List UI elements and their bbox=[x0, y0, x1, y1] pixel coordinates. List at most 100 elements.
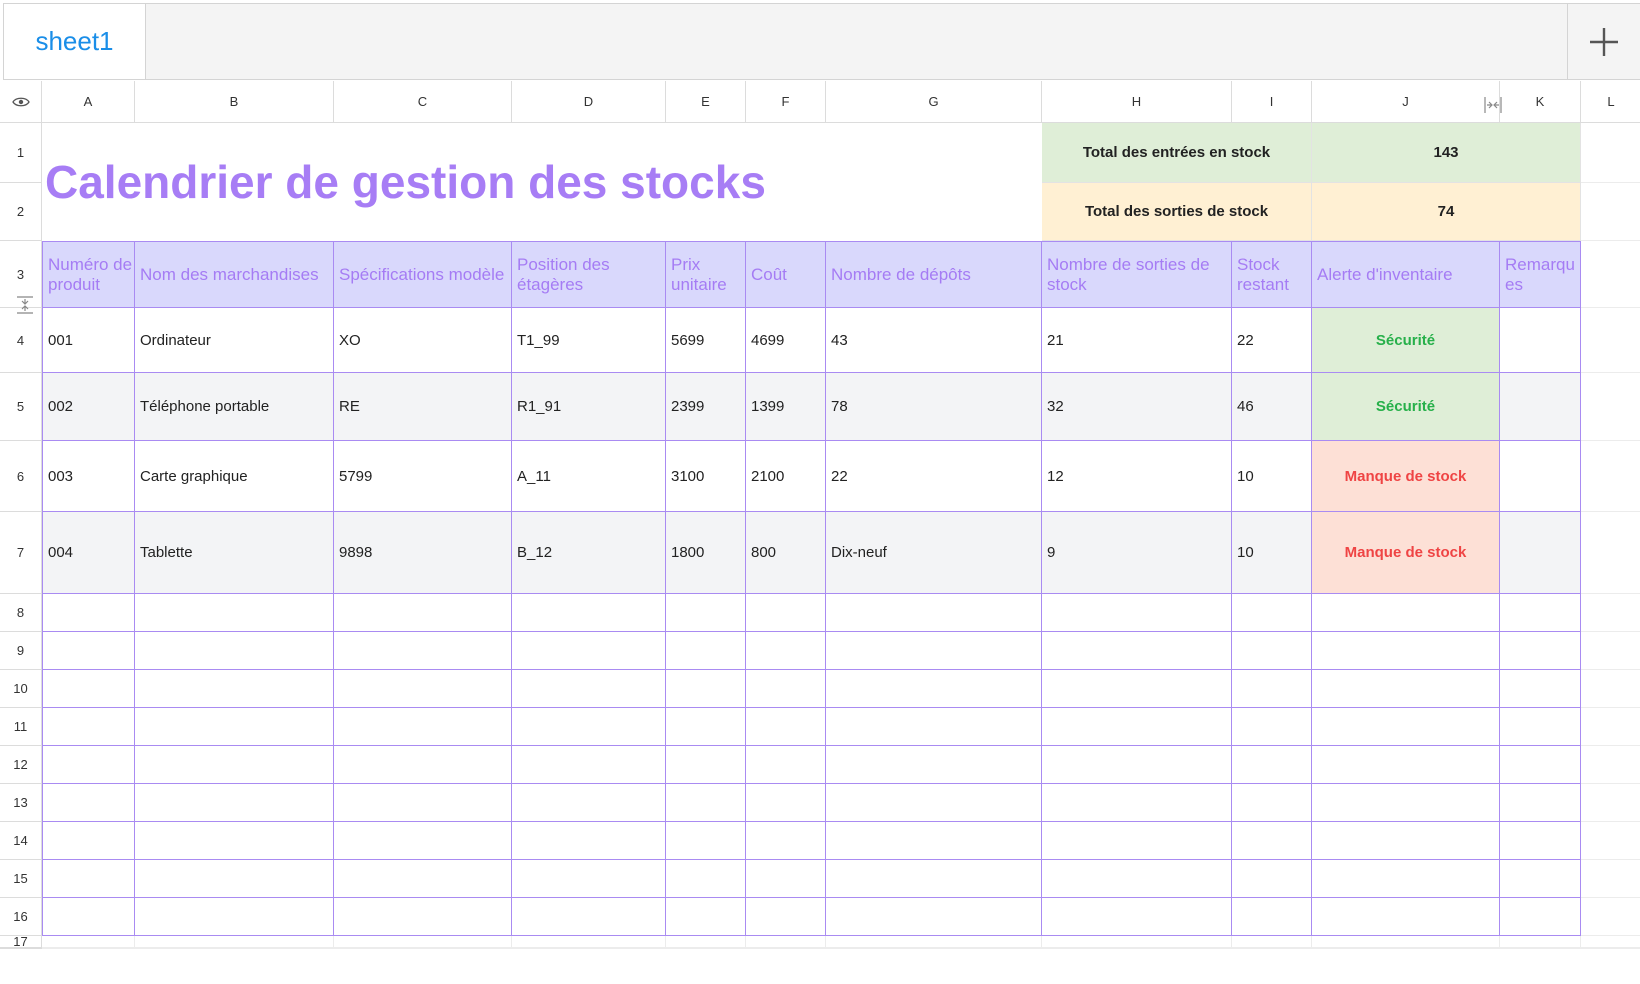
empty-cell[interactable] bbox=[746, 594, 826, 632]
header-shelf-position[interactable]: Position des étagères bbox=[512, 241, 666, 308]
empty-cell[interactable] bbox=[1500, 594, 1581, 632]
table-cell[interactable]: 10 bbox=[1232, 441, 1312, 512]
empty-cell[interactable] bbox=[135, 632, 334, 670]
empty-cell[interactable] bbox=[42, 784, 135, 822]
empty-cell[interactable] bbox=[334, 822, 512, 860]
row-header-7[interactable]: 7 bbox=[0, 512, 42, 594]
empty-cell[interactable] bbox=[1312, 708, 1500, 746]
empty-cell[interactable] bbox=[1500, 670, 1581, 708]
empty-cell[interactable] bbox=[666, 822, 746, 860]
empty-cell[interactable] bbox=[746, 898, 826, 936]
empty-cell[interactable] bbox=[1232, 860, 1312, 898]
header-cost[interactable]: Coût bbox=[746, 241, 826, 308]
empty-cell[interactable] bbox=[42, 632, 135, 670]
sheet-tab-sheet1[interactable]: sheet1 bbox=[4, 4, 146, 79]
empty-cell[interactable] bbox=[1232, 948, 1312, 949]
empty-cell[interactable] bbox=[1042, 670, 1232, 708]
empty-cell[interactable] bbox=[1581, 746, 1640, 784]
empty-cell[interactable] bbox=[1042, 948, 1232, 949]
table-cell[interactable]: 2100 bbox=[746, 441, 826, 512]
header-model-spec[interactable]: Spécifications modèle bbox=[334, 241, 512, 308]
row-header-12[interactable]: 12 bbox=[0, 746, 42, 784]
table-cell[interactable]: 3100 bbox=[666, 441, 746, 512]
empty-cell[interactable] bbox=[42, 670, 135, 708]
table-cell[interactable]: 2399 bbox=[666, 373, 746, 441]
empty-cell[interactable] bbox=[1581, 632, 1640, 670]
table-cell[interactable]: 32 bbox=[1042, 373, 1232, 441]
empty-cell[interactable] bbox=[1312, 936, 1500, 948]
row-header-11[interactable]: 11 bbox=[0, 708, 42, 746]
empty-cell[interactable] bbox=[135, 860, 334, 898]
empty-cell[interactable] bbox=[826, 594, 1042, 632]
empty-cell[interactable] bbox=[1581, 860, 1640, 898]
empty-cell[interactable] bbox=[512, 632, 666, 670]
column-header-l[interactable]: L bbox=[1581, 81, 1640, 123]
empty-cell[interactable] bbox=[512, 708, 666, 746]
row-header-4[interactable]: 4 bbox=[0, 308, 42, 373]
cell-l2[interactable] bbox=[1581, 183, 1640, 241]
table-cell[interactable]: Tablette bbox=[135, 512, 334, 594]
empty-cell[interactable] bbox=[746, 632, 826, 670]
select-all-visibility-toggle[interactable] bbox=[0, 81, 42, 123]
empty-cell[interactable] bbox=[1042, 594, 1232, 632]
empty-cell[interactable] bbox=[512, 860, 666, 898]
table-cell[interactable]: 12 bbox=[1042, 441, 1232, 512]
empty-cell[interactable] bbox=[1312, 784, 1500, 822]
empty-cell[interactable] bbox=[42, 898, 135, 936]
empty-cell[interactable] bbox=[1042, 860, 1232, 898]
page-title[interactable]: Calendrier de gestion des stocks bbox=[42, 123, 1042, 241]
empty-cell[interactable] bbox=[1232, 784, 1312, 822]
table-cell[interactable]: R1_91 bbox=[512, 373, 666, 441]
empty-cell[interactable] bbox=[826, 898, 1042, 936]
empty-cell[interactable] bbox=[1500, 708, 1581, 746]
column-resize-icon[interactable] bbox=[1483, 95, 1503, 115]
empty-cell[interactable] bbox=[746, 860, 826, 898]
empty-cell[interactable] bbox=[1232, 898, 1312, 936]
empty-cell[interactable] bbox=[334, 632, 512, 670]
total-entries-label[interactable]: Total des entrées en stock bbox=[1042, 123, 1312, 183]
column-header-f[interactable]: F bbox=[746, 81, 826, 123]
column-header-e[interactable]: E bbox=[666, 81, 746, 123]
column-header-g[interactable]: G bbox=[826, 81, 1042, 123]
empty-cell[interactable] bbox=[512, 594, 666, 632]
row-header-9[interactable]: 9 bbox=[0, 632, 42, 670]
empty-cell[interactable] bbox=[135, 898, 334, 936]
empty-cell[interactable] bbox=[1232, 936, 1312, 948]
cell-l7[interactable] bbox=[1581, 512, 1640, 594]
empty-cell[interactable] bbox=[1312, 822, 1500, 860]
table-cell[interactable]: 1399 bbox=[746, 373, 826, 441]
table-cell[interactable]: RE bbox=[334, 373, 512, 441]
empty-cell[interactable] bbox=[1500, 948, 1581, 949]
empty-cell[interactable] bbox=[826, 784, 1042, 822]
empty-cell[interactable] bbox=[1581, 708, 1640, 746]
empty-cell[interactable] bbox=[42, 708, 135, 746]
empty-cell[interactable] bbox=[1581, 822, 1640, 860]
row-header-1[interactable]: 1 bbox=[0, 123, 42, 183]
empty-cell[interactable] bbox=[1042, 784, 1232, 822]
empty-cell[interactable] bbox=[512, 746, 666, 784]
empty-cell[interactable] bbox=[826, 936, 1042, 948]
empty-cell[interactable] bbox=[135, 670, 334, 708]
total-exits-value[interactable]: 74 bbox=[1312, 183, 1581, 241]
empty-cell[interactable] bbox=[826, 746, 1042, 784]
empty-cell[interactable] bbox=[666, 936, 746, 948]
empty-cell[interactable] bbox=[42, 860, 135, 898]
empty-cell[interactable] bbox=[666, 948, 746, 949]
empty-cell[interactable] bbox=[746, 822, 826, 860]
cell-l5[interactable] bbox=[1581, 373, 1640, 441]
table-cell[interactable]: Ordinateur bbox=[135, 308, 334, 373]
empty-cell[interactable] bbox=[1500, 822, 1581, 860]
empty-cell[interactable] bbox=[826, 708, 1042, 746]
empty-cell[interactable] bbox=[1312, 632, 1500, 670]
empty-cell[interactable] bbox=[1312, 746, 1500, 784]
column-header-b[interactable]: B bbox=[135, 81, 334, 123]
inventory-alert-badge[interactable]: Sécurité bbox=[1312, 373, 1500, 441]
empty-cell[interactable] bbox=[1581, 936, 1640, 948]
inventory-alert-badge[interactable]: Manque de stock bbox=[1312, 512, 1500, 594]
table-cell[interactable]: 46 bbox=[1232, 373, 1312, 441]
empty-cell[interactable] bbox=[746, 670, 826, 708]
header-stock-exits[interactable]: Nombre de sorties de stock bbox=[1042, 241, 1232, 308]
empty-cell[interactable] bbox=[1500, 898, 1581, 936]
inventory-alert-badge[interactable]: Manque de stock bbox=[1312, 441, 1500, 512]
empty-cell[interactable] bbox=[1042, 822, 1232, 860]
